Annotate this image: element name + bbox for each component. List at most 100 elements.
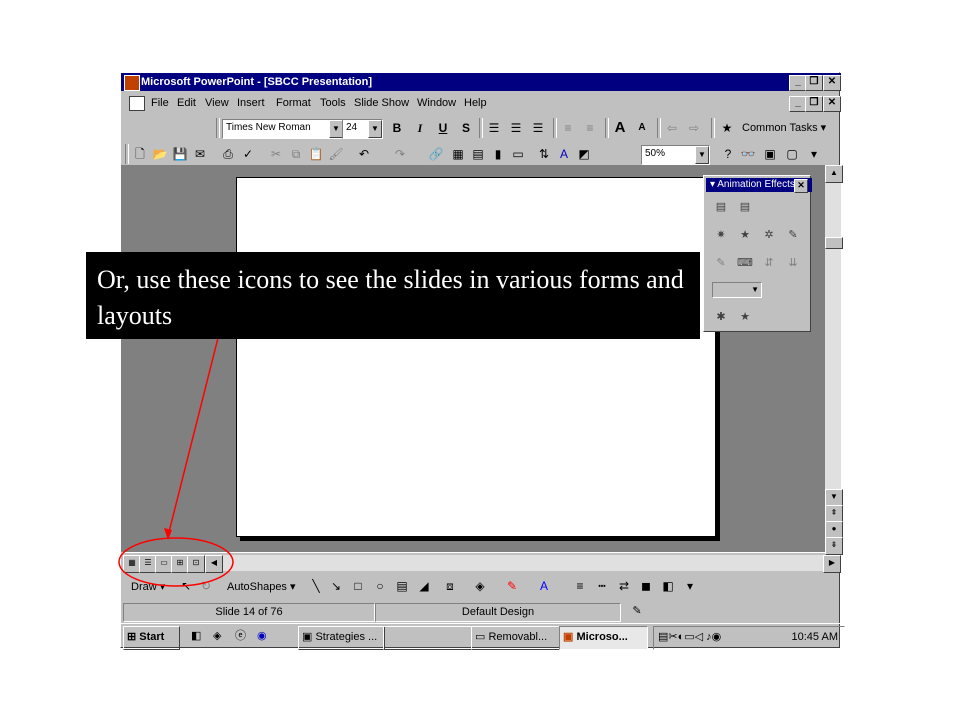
flying-effect-icon[interactable]: ★ [736, 226, 754, 244]
text-box-icon[interactable]: ▤ [393, 577, 411, 595]
wordart-icon[interactable]: ◢ [415, 577, 433, 595]
arrow-icon[interactable]: ↘ [327, 577, 345, 595]
email-icon[interactable]: ✉ [191, 145, 209, 163]
taskbar-item-strategies[interactable]: ▣ Strategies ... [298, 626, 385, 650]
typewriter-text-icon[interactable]: ⌨ [736, 254, 754, 272]
save-icon[interactable]: 💾 [171, 145, 189, 163]
doc-close-button[interactable]: ✕ [823, 96, 841, 112]
italic-button[interactable]: I [411, 119, 429, 137]
zoom-combo[interactable]: 50% ▼ [641, 145, 710, 165]
title-bar[interactable]: Microsoft PowerPoint - [SBCC Presentatio… [121, 73, 841, 91]
scroll-left-icon[interactable]: ◀ [205, 555, 223, 573]
shadow-button[interactable]: S [457, 119, 475, 137]
outline-icon[interactable]: ▢ [783, 145, 801, 163]
font-size-dropdown-icon[interactable]: ▼ [368, 120, 382, 138]
bullets-icon[interactable]: ≡ [581, 119, 599, 137]
fill-color-icon[interactable]: ◈ [471, 577, 489, 595]
help-icon[interactable]: ? [719, 145, 737, 163]
animation-order-combo[interactable]: ▼ [712, 282, 762, 298]
menu-tools[interactable]: Tools [320, 93, 346, 113]
taskbar-item-removable[interactable]: ▭ Removabl... [471, 626, 560, 650]
rectangle-icon[interactable]: □ [349, 577, 367, 595]
close-button[interactable]: ✕ [823, 75, 841, 91]
taskbar-item-blank[interactable] [383, 626, 472, 650]
outlook-icon[interactable]: ◈ [213, 626, 231, 648]
slide-show-view-icon[interactable]: ⊡ [187, 555, 205, 573]
grayscale-icon[interactable]: ◩ [575, 145, 593, 163]
panel-close-button[interactable]: ✕ [794, 179, 808, 193]
redo-icon[interactable]: ↷ [391, 145, 409, 163]
font-name-dropdown-icon[interactable]: ▼ [329, 120, 343, 138]
align-center-icon[interactable]: ☰ [507, 119, 525, 137]
open-icon[interactable]: 📂 [151, 145, 169, 163]
drop-in-text-icon[interactable]: ⇊ [784, 254, 802, 272]
powerpoint-app-icon[interactable] [124, 75, 140, 91]
new-slide-icon[interactable]: ▭ [509, 145, 527, 163]
undo-icon[interactable]: ↶ [355, 145, 373, 163]
zoom-dropdown-icon[interactable]: ▼ [695, 146, 709, 164]
menu-insert[interactable]: Insert [237, 93, 265, 113]
dropdown-more-icon[interactable]: ▾ [805, 145, 823, 163]
channels-icon[interactable]: ◉ [257, 626, 275, 648]
arrow-style-icon[interactable]: ⇄ [615, 577, 633, 595]
demote-icon[interactable]: ⇨ [685, 119, 703, 137]
promote-icon[interactable]: ⇦ [663, 119, 681, 137]
clip-art-icon[interactable]: ⧈ [441, 577, 459, 595]
doc-restore-button[interactable]: ❐ [805, 96, 823, 112]
spelling-icon[interactable]: ✓ [239, 145, 257, 163]
draw-menu-button[interactable]: Draw ▾ [131, 579, 165, 595]
find-icon[interactable]: 👓 [739, 145, 757, 163]
more-buttons-icon[interactable]: ▾ [681, 577, 699, 595]
camera-effect-icon[interactable]: ✲ [760, 226, 778, 244]
maximize-button[interactable]: ❐ [805, 75, 823, 91]
bold-button[interactable]: B [388, 119, 406, 137]
numbering-icon[interactable]: ≡ [559, 119, 577, 137]
autoshapes-menu-button[interactable]: AutoShapes ▾ [227, 579, 296, 595]
menu-help[interactable]: Help [464, 93, 487, 113]
increase-font-icon[interactable]: A [611, 119, 629, 137]
menu-view[interactable]: View [205, 93, 229, 113]
paste-icon[interactable]: 📋 [307, 145, 325, 163]
tray-icons[interactable]: ▤✂◐▭◁ ♪◉ [658, 631, 721, 643]
free-rotate-icon[interactable]: ↻ [197, 577, 215, 595]
menu-edit[interactable]: Edit [177, 93, 196, 113]
dash-style-icon[interactable]: ┅ [593, 577, 611, 595]
document-icon[interactable] [129, 96, 145, 111]
expand-slide-icon[interactable]: ⇅ [535, 145, 553, 163]
menu-window[interactable]: Window [417, 93, 456, 113]
start-button[interactable]: ⊞ Start [123, 626, 180, 650]
print-icon[interactable]: ⎙ [219, 145, 237, 163]
show-formatting-icon[interactable]: A [555, 145, 573, 163]
oval-icon[interactable]: ○ [371, 577, 389, 595]
slide-sorter-toolbar-icon[interactable]: ▣ [761, 145, 779, 163]
animate-slide-text-icon[interactable]: ▤ [736, 198, 754, 216]
taskbar-item-powerpoint[interactable]: ▣ Microso... [559, 626, 648, 650]
custom-animation-icon[interactable]: ✱ [712, 308, 730, 326]
line-color-icon[interactable]: ✎ [503, 577, 521, 595]
3d-icon[interactable]: ◧ [659, 577, 677, 595]
internet-explorer-icon[interactable]: ⓔ [235, 626, 253, 648]
insert-table-icon[interactable]: ▤ [469, 145, 487, 163]
scroll-right-icon[interactable]: ▶ [823, 555, 841, 573]
drive-in-effect-icon[interactable]: ✷ [712, 226, 730, 244]
font-size-combo[interactable]: 24 ▼ [342, 119, 383, 139]
line-style-icon[interactable]: ≡ [571, 577, 589, 595]
decrease-font-icon[interactable]: A [633, 119, 651, 137]
show-desktop-icon[interactable]: ◧ [191, 626, 209, 648]
align-right-icon[interactable]: ☰ [529, 119, 547, 137]
spelling-status-icon[interactable]: ✎ [625, 603, 649, 620]
line-icon[interactable]: ╲ [307, 577, 325, 595]
font-name-combo[interactable]: Times New Roman ▼ [222, 119, 344, 139]
menu-slide-show[interactable]: Slide Show [354, 93, 409, 113]
new-icon[interactable]: 🗋 [131, 145, 149, 163]
cut-icon[interactable]: ✂ [267, 145, 285, 163]
scroll-thumb[interactable] [825, 237, 843, 249]
underline-button[interactable]: U [434, 119, 452, 137]
slide-canvas[interactable] [236, 177, 716, 537]
animation-effects-icon[interactable]: ★ [718, 119, 736, 137]
copy-icon[interactable]: ⧉ [287, 145, 305, 163]
tables-borders-icon[interactable]: ▦ [449, 145, 467, 163]
animation-preview-icon[interactable]: ★ [736, 308, 754, 326]
align-left-icon[interactable]: ☰ [485, 119, 503, 137]
scroll-up-icon[interactable]: ▲ [825, 165, 843, 183]
